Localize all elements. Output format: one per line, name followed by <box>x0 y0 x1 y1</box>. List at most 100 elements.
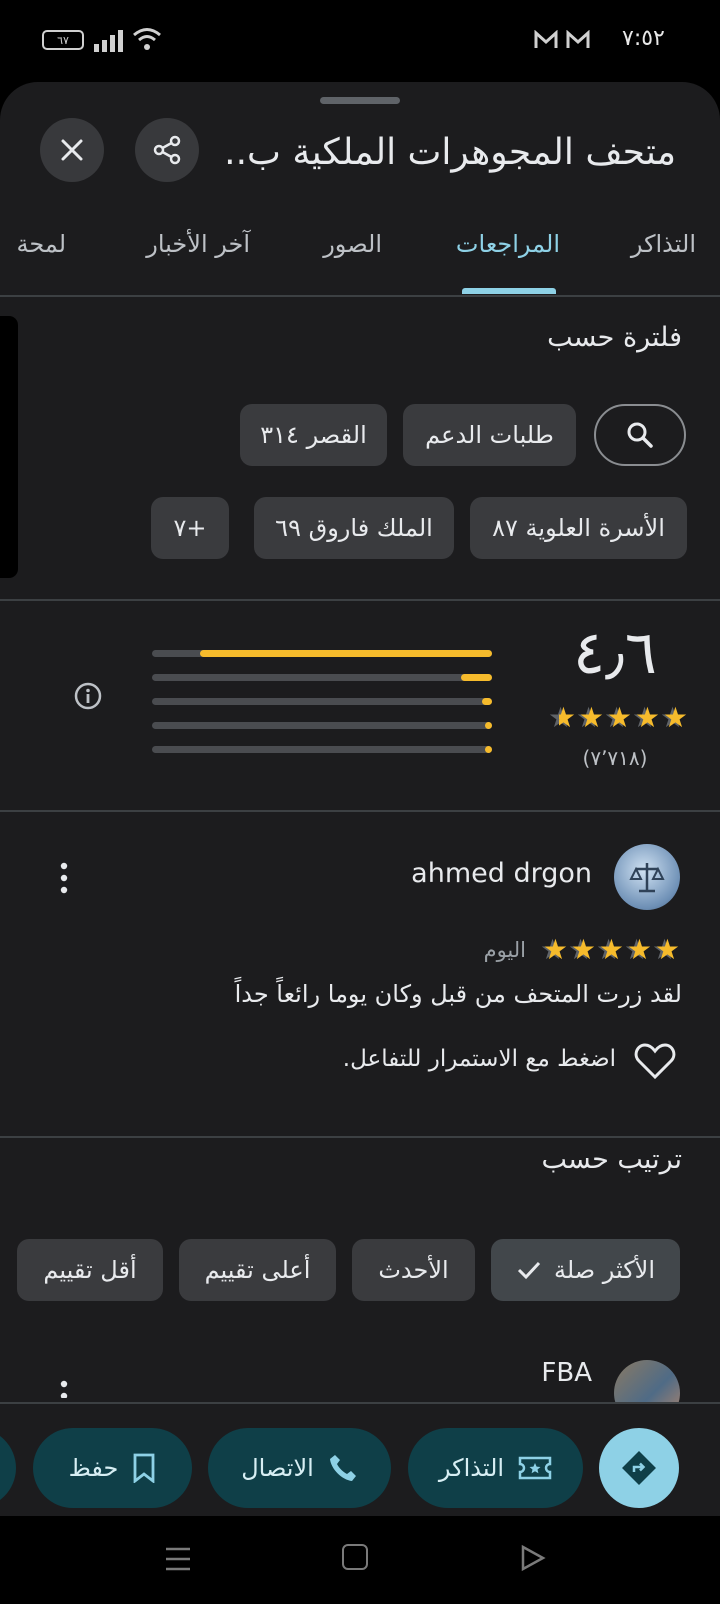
gmail-icon-2 <box>566 29 590 54</box>
rating-count: (٧٬٧١٨) <box>582 746 648 770</box>
review-star-fill: ★ <box>570 936 596 964</box>
review-star-icon: ★ ★ <box>624 933 652 966</box>
filter-label: فلترة حسب <box>547 322 682 353</box>
review-star-fill: ★ <box>626 936 652 964</box>
search-icon <box>627 422 653 448</box>
scrollbar[interactable] <box>0 316 18 578</box>
rating-info-button[interactable] <box>74 682 102 714</box>
filter-chip-support[interactable]: طلبات الدعم <box>403 404 576 466</box>
drag-handle[interactable] <box>320 97 400 104</box>
clock: ٧:٥٢ <box>622 26 665 51</box>
active-tab-indicator <box>462 288 556 294</box>
rating-bar-4-stars <box>152 674 492 681</box>
tab-reviews[interactable]: المراجعات <box>456 230 560 258</box>
tab-updates[interactable]: آخر الأخبار <box>146 230 250 258</box>
rating-bar-fill <box>485 746 492 753</box>
wifi-icon <box>132 26 162 56</box>
tab-tickets[interactable]: التذاكر <box>631 230 696 258</box>
tab-bar: التذاكر المراجعات الصور آخر الأخبار لمحة <box>0 222 720 296</box>
review-star-fill: ★ <box>598 936 624 964</box>
battery-icon: ٦٧ <box>42 30 84 50</box>
system-nav-bar <box>0 1516 720 1604</box>
sort-chip-lowest[interactable]: أقل تقييم <box>17 1239 163 1301</box>
review-star-fill: ★ <box>654 936 680 964</box>
sort-label: ترتيب حسب <box>541 1144 682 1175</box>
home-button[interactable] <box>342 1544 368 1570</box>
rating-star-icon: ★ ★ <box>660 701 688 734</box>
review-star-icon: ★ ★ <box>540 933 568 966</box>
rating-score: ٤٫٦ <box>573 618 657 688</box>
info-icon <box>74 682 102 710</box>
sort-option-label: الأكثر صلة <box>553 1256 656 1284</box>
call-button[interactable]: الاتصال <box>208 1428 391 1508</box>
share-button[interactable] <box>135 118 199 182</box>
like-button[interactable] <box>634 1042 676 1084</box>
review-star-icon: ★ ★ <box>652 933 680 966</box>
rating-bar-5-stars <box>152 650 492 657</box>
review-star-icon: ★ ★ <box>596 933 624 966</box>
directions-icon <box>622 1451 656 1485</box>
review-date: اليوم <box>483 938 526 962</box>
rating-bar-fill <box>199 650 492 657</box>
tickets-button[interactable]: التذاكر <box>408 1428 583 1508</box>
rating-star-fill: ★ <box>606 704 632 732</box>
rating-star-icon: ★ ★ <box>576 701 604 734</box>
filter-chip-palace[interactable]: القصر ٣١٤ <box>240 404 387 466</box>
share-icon <box>153 135 181 165</box>
rating-star-icon: ★ ★ <box>604 701 632 734</box>
place-sheet: متحف المجوهرات الملكية ب.. التذاكر المرا… <box>0 82 720 1516</box>
more-vert-icon <box>60 862 68 894</box>
review-more-button[interactable] <box>56 860 72 896</box>
filter-divider <box>0 599 720 601</box>
review-text: لقد زرت المتحف من قبل وكان يوما رائعاً ج… <box>234 980 682 1008</box>
rating-star-fill: ★ <box>559 704 576 732</box>
rating-star-fill: ★ <box>578 704 604 732</box>
review-star-icon: ★ ★ <box>568 933 596 966</box>
scales-icon <box>629 863 665 893</box>
rating-divider <box>0 810 720 812</box>
back-button[interactable] <box>520 1544 546 1576</box>
sort-chip-newest[interactable]: الأحدث <box>352 1239 475 1301</box>
sort-chip-highest[interactable]: أعلى تقييم <box>179 1239 336 1301</box>
page-title: متحف المجوهرات الملكية ب.. <box>224 132 676 173</box>
sort-chip-relevant[interactable]: الأكثر صلة <box>491 1239 680 1301</box>
check-icon <box>517 1261 541 1280</box>
rating-bar-2-stars <box>152 722 492 729</box>
phone-icon <box>329 1455 356 1481</box>
signal-icon <box>94 30 124 56</box>
tabs-divider <box>0 295 720 297</box>
menu-icon <box>166 1547 190 1571</box>
review-author[interactable]: ahmed drgon <box>411 858 592 889</box>
rating-star-fill: ★ <box>662 704 688 732</box>
next-review-more-button[interactable] <box>56 1378 72 1398</box>
rating-bar-1-stars <box>152 746 492 753</box>
save-label: حفظ <box>68 1454 119 1482</box>
rating-bar-3-stars <box>152 698 492 705</box>
filter-chip-more[interactable]: +٧ <box>151 497 229 559</box>
close-button[interactable] <box>40 118 104 182</box>
avatar[interactable] <box>614 844 680 910</box>
next-review-author[interactable]: FBA <box>541 1358 592 1388</box>
filter-chip-farouk[interactable]: الملك فاروق ٦٩ <box>254 497 454 559</box>
more-vert-icon <box>60 1380 68 1398</box>
review-star-fill: ★ <box>542 936 568 964</box>
status-bar: ٦٧ ٧:٥٢ <box>0 0 720 82</box>
directions-button[interactable] <box>599 1428 679 1508</box>
back-triangle-icon <box>521 1544 546 1572</box>
rating-bar-fill <box>485 722 492 729</box>
call-label: الاتصال <box>241 1454 314 1482</box>
tab-photos[interactable]: الصور <box>323 230 382 258</box>
review-stars: ★ ★ ★ ★ ★ ★ ★ ★ ★ ★ <box>540 936 680 964</box>
battery-level: ٦٧ <box>57 33 69 47</box>
recent-apps-button[interactable] <box>164 1546 192 1576</box>
rating-bar-fill <box>461 674 492 681</box>
review-divider <box>0 1136 720 1138</box>
tab-overview[interactable]: لمحة <box>16 230 66 258</box>
like-prompt: اضغط مع الاستمرار للتفاعل. <box>342 1046 616 1072</box>
search-reviews-button[interactable] <box>594 404 686 466</box>
tickets-label: التذاكر <box>438 1454 505 1482</box>
filter-chip-alawiyya[interactable]: الأسرة العلوية ٨٧ <box>470 497 687 559</box>
ticket-icon <box>518 1456 552 1480</box>
save-button[interactable]: حفظ <box>33 1428 192 1508</box>
gmail-icon <box>534 29 558 54</box>
